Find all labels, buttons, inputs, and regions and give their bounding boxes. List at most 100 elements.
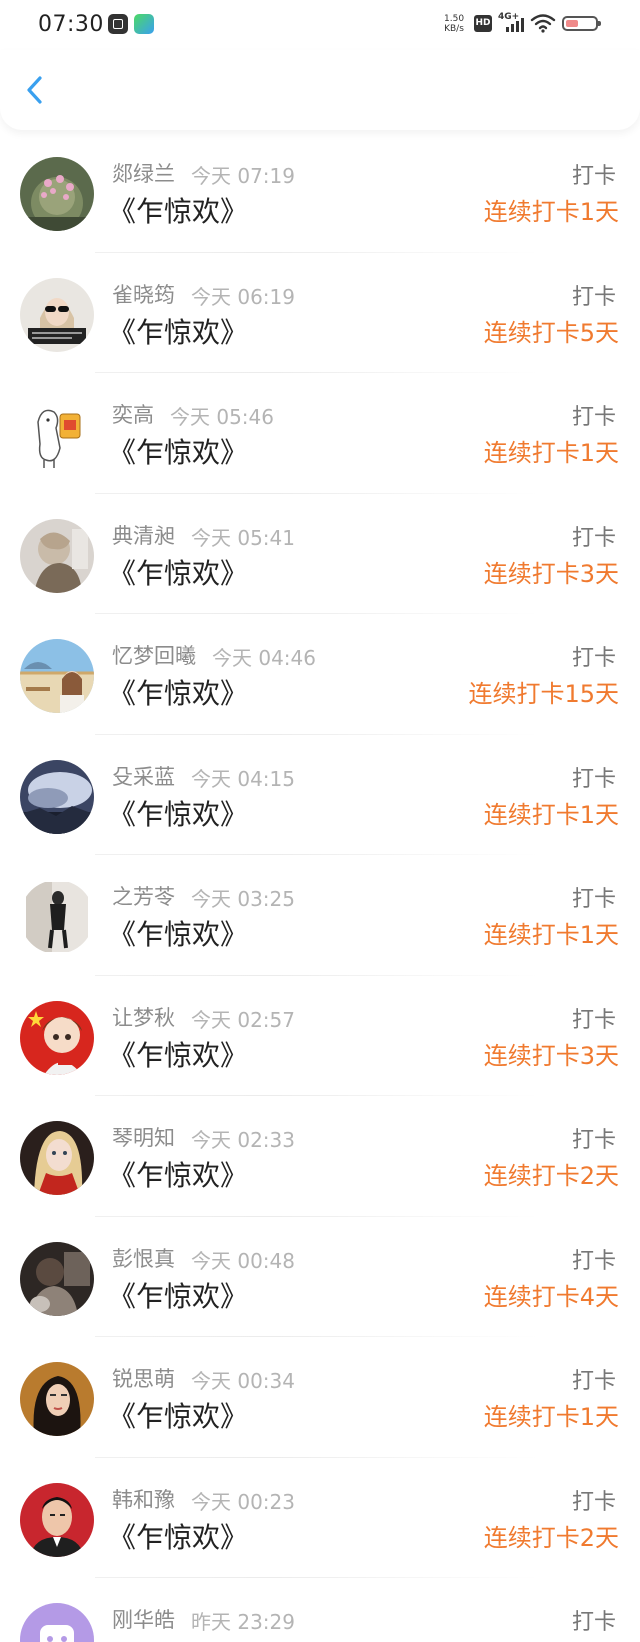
user-name[interactable]: 刚华皓 xyxy=(112,1604,175,1634)
avatar[interactable] xyxy=(20,880,94,954)
checkin-time: 今天 00:34 xyxy=(191,1369,295,1393)
avatar[interactable] xyxy=(20,1603,94,1642)
streak-badge: 连续打卡1天 xyxy=(483,921,619,949)
list-item[interactable]: 彭恨真 今天 00:48 《乍惊欢》 打卡 连续打卡4天 xyxy=(0,1217,640,1337)
checkin-label: 打卡 xyxy=(571,887,616,912)
list-item[interactable]: 郯绿兰 今天 07:19 《乍惊欢》 打卡 连续打卡1天 xyxy=(0,132,640,253)
streak-badge: 连续打卡5天 xyxy=(483,318,619,347)
list-item[interactable]: 之芳苓 今天 03:25 《乍惊欢》 打卡 连续打卡1天 xyxy=(0,855,640,976)
list-item[interactable]: 忆梦回曦 今天 04:46 《乍惊欢》 打卡 连续打卡15天 xyxy=(0,614,640,735)
book-title[interactable]: 《乍惊欢》 xyxy=(108,552,248,592)
back-button[interactable] xyxy=(18,70,54,110)
book-title[interactable]: 《乍惊欢》 xyxy=(108,1154,248,1194)
book-title[interactable]: 《乍惊欢》 xyxy=(108,672,248,712)
wifi-icon xyxy=(530,14,556,33)
book-title[interactable]: 《乍惊欢》 xyxy=(108,913,248,953)
checkin-label: 打卡 xyxy=(571,1489,616,1515)
book-title[interactable]: 《乍惊欢》 xyxy=(108,1516,248,1556)
network-speed: 1.50 KB/s xyxy=(444,14,464,34)
avatar[interactable] xyxy=(20,639,94,713)
notification-app-icon-2 xyxy=(134,14,154,34)
hd-icon: HD xyxy=(474,15,492,32)
network-speed-value: 1.50 xyxy=(444,14,465,24)
checkin-time: 今天 00:23 xyxy=(191,1489,295,1514)
list-item[interactable]: 殳采蓝 今天 04:15 《乍惊欢》 打卡 连续打卡1天 xyxy=(0,735,640,855)
list-item[interactable]: 锐思萌 今天 00:34 《乍惊欢》 打卡 连续打卡1天 xyxy=(0,1337,640,1458)
checkin-time: 昨天 23:29 xyxy=(191,1610,295,1634)
battery-low-icon xyxy=(562,16,601,31)
streak-badge: 连续打卡1天 xyxy=(483,1403,619,1431)
list-item[interactable]: 韩和豫 今天 00:23 《乍惊欢》 打卡 连续打卡2天 xyxy=(0,1458,640,1578)
list-item[interactable]: 让梦秋 今天 02:57 《乍惊欢》 打卡 连续打卡3天 xyxy=(0,976,640,1096)
avatar-image xyxy=(20,1241,94,1316)
user-name[interactable]: 让梦秋 xyxy=(112,1002,175,1032)
checkin-time: 今天 06:19 xyxy=(191,284,295,309)
list-item[interactable]: 刚华皓 昨天 23:29 《乍惊欢》 打卡 xyxy=(0,1578,640,1642)
user-name[interactable]: 奕高 xyxy=(112,399,154,429)
checkin-list: 郯绿兰 今天 07:19 《乍惊欢》 打卡 连续打卡1天 雀晓筠 今天 06:1… xyxy=(0,132,640,1642)
avatar-image xyxy=(20,1482,94,1557)
checkin-label: 打卡 xyxy=(571,1610,616,1635)
checkin-label: 打卡 xyxy=(571,1369,616,1394)
book-title[interactable]: 《乍惊欢》 xyxy=(108,190,248,230)
streak-badge: 连续打卡3天 xyxy=(483,559,619,588)
checkin-label: 打卡 xyxy=(571,646,616,671)
checkin-time: 今天 02:33 xyxy=(191,1128,295,1152)
avatar-image xyxy=(20,157,94,231)
list-item[interactable]: 典清昶 今天 05:41 《乍惊欢》 打卡 连续打卡3天 xyxy=(0,494,640,614)
checkin-label: 打卡 xyxy=(571,1248,616,1274)
app-screen: 07:30 1.50 KB/s HD 4G+ 郯绿兰 今天 07:19 《乍惊欢… xyxy=(0,0,640,1642)
avatar[interactable] xyxy=(20,1121,94,1195)
book-title[interactable]: 《乍惊欢》 xyxy=(108,1034,248,1074)
checkin-label: 打卡 xyxy=(571,1128,616,1153)
avatar-image xyxy=(20,1362,94,1436)
user-name[interactable]: 郯绿兰 xyxy=(112,158,175,188)
checkin-time: 今天 04:15 xyxy=(191,766,295,791)
checkin-time: 今天 07:19 xyxy=(191,164,295,188)
streak-badge: 连续打卡1天 xyxy=(483,198,619,226)
book-title[interactable]: 《乍惊欢》 xyxy=(108,431,248,471)
list-item[interactable]: 琴明知 今天 02:33 《乍惊欢》 打卡 连续打卡2天 xyxy=(0,1096,640,1217)
avatar[interactable] xyxy=(20,157,94,231)
user-name[interactable]: 殳采蓝 xyxy=(112,761,175,791)
book-title[interactable]: 《乍惊欢》 xyxy=(108,1636,248,1642)
avatar[interactable] xyxy=(20,1000,94,1075)
avatar[interactable] xyxy=(20,1241,94,1316)
checkin-time: 今天 05:46 xyxy=(170,405,274,429)
avatar[interactable] xyxy=(20,518,94,593)
user-name[interactable]: 典清昶 xyxy=(112,520,175,550)
checkin-label: 打卡 xyxy=(571,1007,616,1033)
nav-header xyxy=(0,50,640,130)
avatar-image xyxy=(20,1603,94,1642)
checkin-label: 打卡 xyxy=(571,164,616,189)
book-title[interactable]: 《乍惊欢》 xyxy=(108,1395,248,1435)
user-name[interactable]: 彭恨真 xyxy=(112,1243,175,1273)
avatar-image xyxy=(20,880,94,954)
book-title[interactable]: 《乍惊欢》 xyxy=(108,1275,248,1315)
avatar[interactable] xyxy=(20,277,94,352)
chevron-left-icon xyxy=(27,76,42,104)
status-time: 07:30 xyxy=(38,12,104,37)
list-item[interactable]: 雀晓筠 今天 06:19 《乍惊欢》 打卡 连续打卡5天 xyxy=(0,253,640,373)
user-name[interactable]: 琴明知 xyxy=(112,1122,175,1152)
streak-badge: 连续打卡1天 xyxy=(483,439,619,467)
cellular-signal-icon: 4G+ xyxy=(498,12,524,34)
checkin-label: 打卡 xyxy=(571,525,616,551)
book-title[interactable]: 《乍惊欢》 xyxy=(108,793,248,833)
avatar[interactable] xyxy=(20,759,94,834)
avatar-image xyxy=(20,759,94,834)
streak-badge: 连续打卡15天 xyxy=(468,680,619,708)
user-name[interactable]: 忆梦回曦 xyxy=(112,640,196,670)
list-item[interactable]: 奕高 今天 05:46 《乍惊欢》 打卡 连续打卡1天 xyxy=(0,373,640,494)
checkin-label: 打卡 xyxy=(571,766,616,792)
user-name[interactable]: 锐思萌 xyxy=(112,1363,175,1393)
book-title[interactable]: 《乍惊欢》 xyxy=(108,311,248,351)
avatar[interactable] xyxy=(20,398,94,472)
user-name[interactable]: 之芳苓 xyxy=(112,881,175,911)
avatar[interactable] xyxy=(20,1362,94,1436)
user-name[interactable]: 雀晓筠 xyxy=(112,279,175,309)
status-bar: 07:30 1.50 KB/s HD 4G+ xyxy=(0,0,640,50)
avatar[interactable] xyxy=(20,1482,94,1557)
checkin-time: 今天 00:48 xyxy=(191,1248,295,1273)
user-name[interactable]: 韩和豫 xyxy=(112,1484,175,1514)
